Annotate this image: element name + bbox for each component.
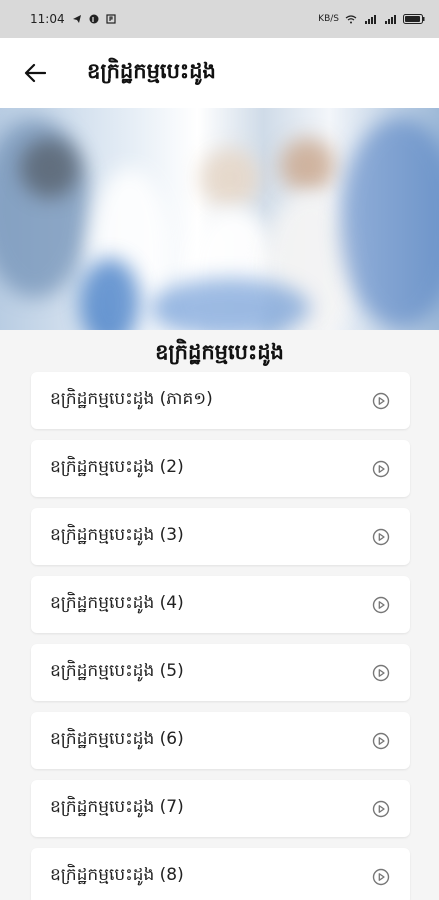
- episode-label: ឧក្រិដ្ឋកម្មបេះដូង (6): [50, 729, 184, 749]
- episode-label: ឧក្រិដ្ឋកម្មបេះដូង (2): [50, 457, 184, 477]
- episode-item[interactable]: ឧក្រិដ្ឋកម្មបេះដូង (8): [31, 848, 410, 900]
- signal-icon: [385, 15, 396, 24]
- wifi-icon: [345, 15, 357, 24]
- arrow-left-icon: [24, 63, 46, 83]
- page-title: ឧក្រិដ្ឋកម្មបេះដូង: [87, 58, 216, 83]
- episode-label: ឧក្រិដ្ឋកម្មបេះដូង (3): [50, 525, 184, 545]
- episode-label: ឧក្រិដ្ឋកម្មបេះដូង (ភាគ១): [50, 389, 213, 409]
- app-bar: ឧក្រិដ្ឋកម្មបេះដូង: [0, 38, 439, 108]
- episode-item[interactable]: ឧក្រិដ្ឋកម្មបេះដូង (6): [31, 712, 410, 769]
- episode-label: ឧក្រិដ្ឋកម្មបេះដូង (5): [50, 661, 184, 681]
- episode-item[interactable]: ឧក្រិដ្ឋកម្មបេះដូង (5): [31, 644, 410, 701]
- signal-icon: [365, 15, 376, 24]
- play-circle-icon[interactable]: [372, 596, 390, 614]
- episode-list: ឧក្រិដ្ឋកម្មបេះដូង (ភាគ១) ឧក្រិដ្ឋកម្មបេ…: [0, 372, 439, 900]
- back-button[interactable]: [22, 60, 48, 86]
- episode-label: ឧក្រិដ្ឋកម្មបេះដូង (4): [50, 593, 184, 613]
- play-circle-icon[interactable]: [372, 392, 390, 410]
- episode-item[interactable]: ឧក្រិដ្ឋកម្មបេះដូង (4): [31, 576, 410, 633]
- section-heading: ឧក្រិដ្ឋកម្មបេះដូង: [155, 340, 284, 364]
- play-circle-icon[interactable]: [372, 800, 390, 818]
- episode-item[interactable]: ឧក្រិដ្ឋកម្មបេះដូង (7): [31, 780, 410, 837]
- status-time: 11:04: [30, 12, 65, 26]
- play-circle-icon[interactable]: [372, 528, 390, 546]
- episode-item[interactable]: ឧក្រិដ្ឋកម្មបេះដូង (3): [31, 508, 410, 565]
- pinterest-icon: [89, 14, 99, 24]
- banner-image: [0, 108, 439, 330]
- status-bar: 11:04 KB/S: [0, 0, 439, 38]
- play-circle-icon[interactable]: [372, 664, 390, 682]
- play-circle-icon[interactable]: [372, 732, 390, 750]
- play-circle-icon[interactable]: [372, 868, 390, 886]
- episode-label: ឧក្រិដ្ឋកម្មបេះដូង (8): [50, 865, 184, 885]
- play-circle-icon[interactable]: [372, 460, 390, 478]
- episode-item[interactable]: ឧក្រិដ្ឋកម្មបេះដូង (ភាគ១): [31, 372, 410, 429]
- episode-label: ឧក្រិដ្ឋកម្មបេះដូង (7): [50, 797, 184, 817]
- battery-icon: [403, 14, 425, 24]
- p-icon: [105, 14, 116, 24]
- data-speed-icon: KB/S: [318, 14, 339, 24]
- telegram-icon: [72, 15, 81, 23]
- episode-item[interactable]: ឧក្រិដ្ឋកម្មបេះដូង (2): [31, 440, 410, 497]
